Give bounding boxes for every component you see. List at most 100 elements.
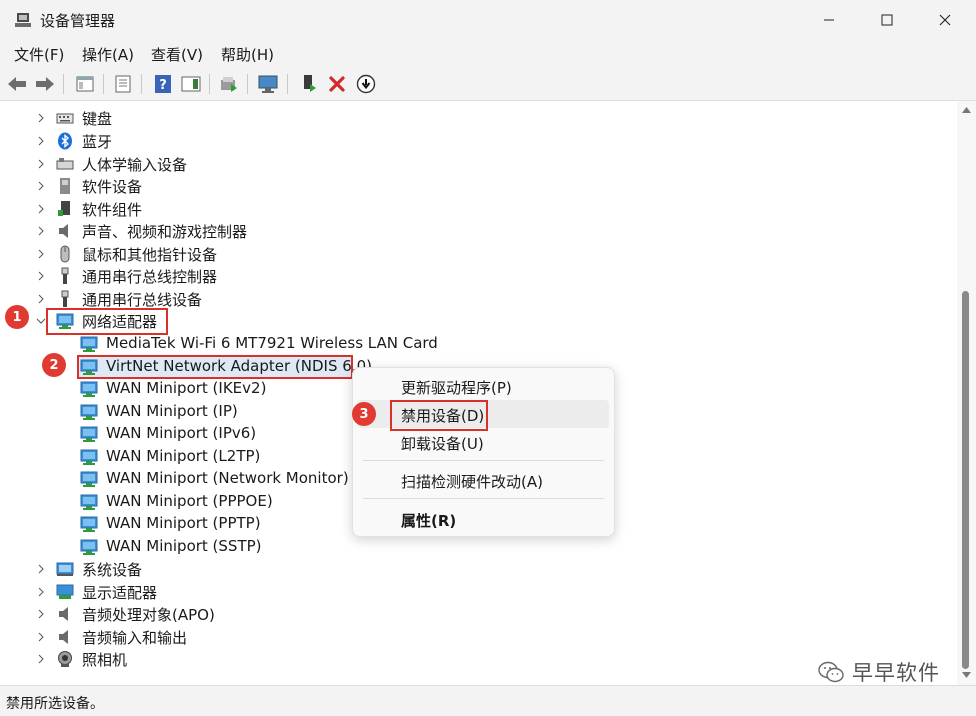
tree-item-label: 通用串行总线设备 [82, 291, 203, 309]
enable-device-icon [304, 75, 316, 92]
tree-child-wan-sstp[interactable]: WAN Miniport (SSTP) [0, 536, 940, 558]
chevron-right-icon[interactable] [36, 159, 46, 169]
tree-item-system-devices[interactable]: 系统设备 [0, 558, 940, 580]
menu-file[interactable]: 文件(F) [14, 44, 64, 65]
usb-icon [61, 267, 69, 284]
network-adapter-icon [80, 336, 98, 352]
tree-item-label: 蓝牙 [82, 133, 113, 151]
watermark-text: 早早软件 [852, 661, 940, 685]
properties-button[interactable] [112, 73, 134, 95]
chevron-right-icon[interactable] [36, 181, 46, 191]
tree-item-camera[interactable]: 照相机 [0, 648, 940, 670]
tree-item-label: 显示适配器 [82, 584, 158, 602]
chevron-right-icon[interactable] [36, 271, 46, 281]
tree-item-software-component[interactable]: 软件组件 [0, 198, 940, 220]
chevron-right-icon[interactable] [36, 249, 46, 259]
scroll-thumb[interactable] [962, 291, 969, 669]
status-text: 禁用所选设备。 [6, 696, 104, 712]
forward-arrow-icon [36, 77, 54, 91]
menu-item-scan-hardware[interactable]: 扫描检测硬件改动(A) [357, 466, 609, 494]
tree-item-label: 系统设备 [82, 561, 143, 579]
chevron-right-icon[interactable] [36, 226, 46, 236]
usb-device-icon [61, 290, 69, 307]
menu-item-label: 卸载设备(U) [401, 435, 484, 453]
enable-device-button[interactable] [298, 73, 320, 95]
tree-item-label: 软件组件 [82, 201, 143, 219]
update-driver-button[interactable] [218, 73, 240, 95]
chevron-right-icon[interactable] [36, 113, 46, 123]
tree-child-label: WAN Miniport (IKEv2) [106, 379, 267, 397]
tree-item-label: 软件设备 [82, 178, 143, 196]
close-button[interactable] [916, 0, 974, 40]
help-button[interactable]: ? [152, 73, 174, 95]
tree-item-display-adapters[interactable]: 显示适配器 [0, 581, 940, 603]
network-adapter-icon [80, 539, 98, 555]
uninstall-button[interactable] [326, 73, 348, 95]
minimize-button[interactable] [800, 0, 858, 40]
menu-action[interactable]: 操作(A) [82, 44, 134, 65]
chevron-down-icon[interactable] [36, 316, 46, 326]
display-adapter-icon [56, 584, 74, 599]
watermark: 早早软件 [818, 657, 940, 687]
uninstall-icon [329, 76, 345, 92]
chevron-right-icon[interactable] [36, 294, 46, 304]
tree-child-label: WAN Miniport (L2TP) [106, 447, 261, 465]
tree-item-mouse[interactable]: 鼠标和其他指针设备 [0, 243, 940, 265]
menu-item-label: 属性(R) [401, 512, 457, 530]
menu-separator [363, 460, 604, 461]
menu-help[interactable]: 帮助(H) [221, 44, 274, 65]
chevron-right-icon[interactable] [36, 654, 46, 664]
hid-icon [56, 158, 74, 170]
scroll-up-icon[interactable] [962, 107, 971, 113]
disable-device-icon [356, 74, 376, 94]
scroll-down-icon[interactable] [962, 672, 971, 678]
action-pane-button[interactable] [180, 73, 202, 95]
tree-item-keyboard[interactable]: 键盘 [0, 107, 940, 129]
chevron-right-icon[interactable] [36, 587, 46, 597]
tree-item-network-adapters[interactable]: 网络适配器 [0, 310, 940, 332]
chevron-right-icon[interactable] [36, 136, 46, 146]
window-title: 设备管理器 [40, 12, 116, 30]
scan-hardware-button[interactable] [257, 73, 279, 95]
scan-hardware-icon [258, 75, 278, 93]
menu-item-properties[interactable]: 属性(R) [357, 505, 609, 533]
menu-item-uninstall-device[interactable]: 卸载设备(U) [357, 428, 609, 456]
tree-item-label: 鼠标和其他指针设备 [82, 246, 218, 264]
tree-child-mediatek[interactable]: MediaTek Wi-Fi 6 MT7921 Wireless LAN Car… [0, 333, 940, 355]
chevron-right-icon[interactable] [36, 632, 46, 642]
network-adapter-icon [80, 381, 98, 397]
tree-item-software-device[interactable]: 软件设备 [0, 175, 940, 197]
close-icon [939, 14, 951, 26]
tree-item-usb-devices[interactable]: 通用串行总线设备 [0, 288, 940, 310]
tree-child-label: WAN Miniport (PPPOE) [106, 492, 273, 510]
menu-view[interactable]: 查看(V) [151, 44, 203, 65]
network-adapter-icon [80, 494, 98, 510]
maximize-button[interactable] [858, 0, 916, 40]
audio-io-icon [59, 630, 68, 644]
tree-item-sound[interactable]: 声音、视频和游戏控制器 [0, 220, 940, 242]
title-bar: 设备管理器 [0, 0, 976, 40]
tree-item-usb-controllers[interactable]: 通用串行总线控制器 [0, 265, 940, 287]
network-adapter-icon [80, 404, 98, 420]
chevron-right-icon[interactable] [36, 204, 46, 214]
menu-item-update-driver[interactable]: 更新驱动程序(P) [357, 372, 609, 400]
disable-device-button[interactable] [355, 73, 377, 95]
tree-child-label: MediaTek Wi-Fi 6 MT7921 Wireless LAN Car… [106, 334, 438, 352]
chevron-right-icon[interactable] [36, 609, 46, 619]
software-component-icon [58, 201, 70, 216]
back-button[interactable] [6, 73, 28, 95]
console-tree-button[interactable] [74, 73, 96, 95]
system-device-icon [56, 562, 74, 576]
network-adapter-icon [80, 426, 98, 442]
chevron-right-icon[interactable] [36, 564, 46, 574]
tree-item-audio-apo[interactable]: 音频处理对象(APO) [0, 603, 940, 625]
tree-child-label: WAN Miniport (Network Monitor) [106, 469, 349, 487]
tree-item-bluetooth[interactable]: 蓝牙 [0, 130, 940, 152]
vertical-scrollbar[interactable] [957, 101, 976, 685]
forward-button[interactable] [34, 73, 56, 95]
menu-separator [363, 498, 604, 499]
tree-item-hid[interactable]: 人体学输入设备 [0, 153, 940, 175]
tree-item-audio-io[interactable]: 音频输入和输出 [0, 626, 940, 648]
help-icon: ? [155, 75, 171, 93]
wechat-icon [818, 661, 844, 683]
